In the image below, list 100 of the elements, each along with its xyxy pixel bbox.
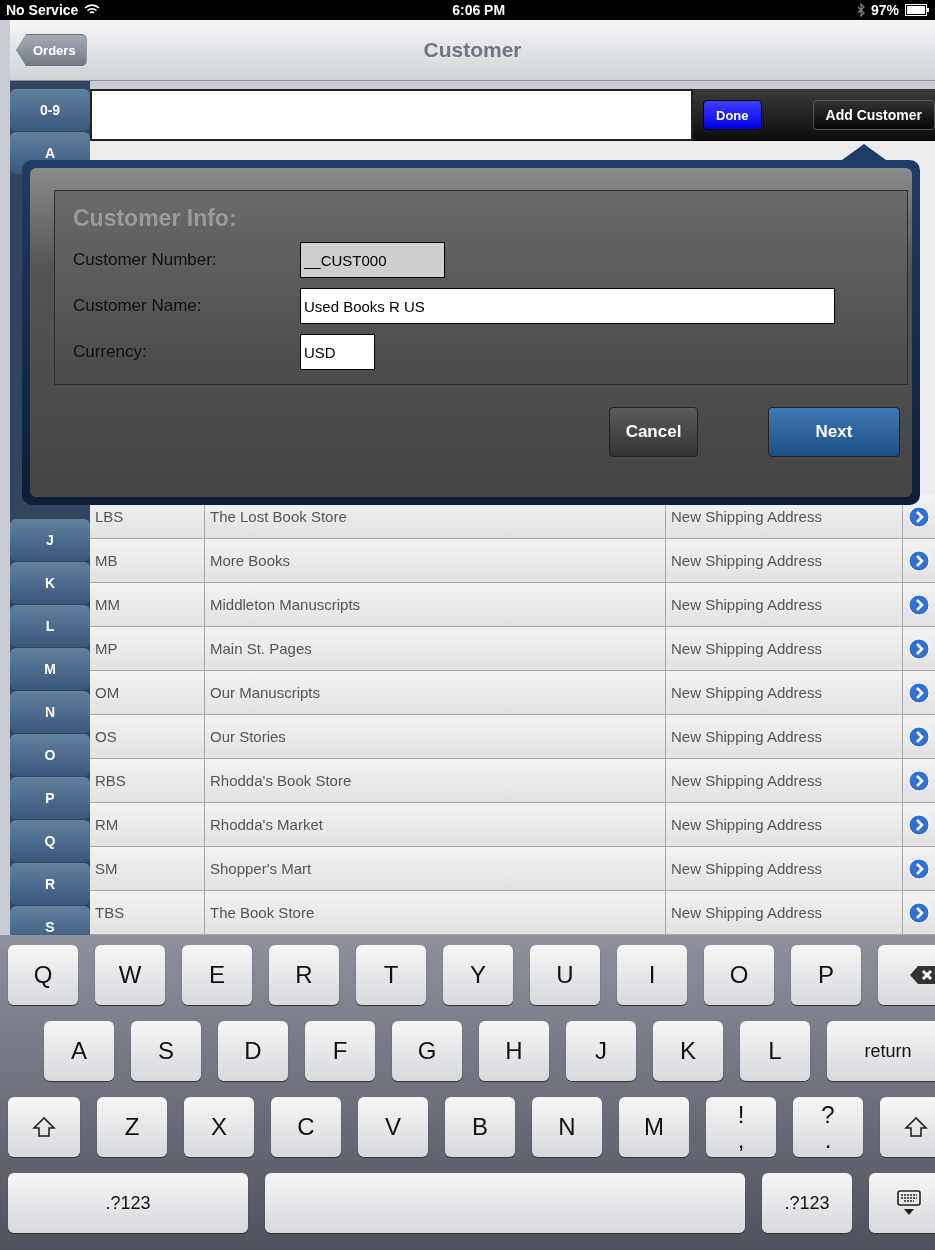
index-tab[interactable]: N xyxy=(10,691,90,733)
customer-row[interactable]: MM Middleton Manuscripts New Shipping Address xyxy=(90,583,935,627)
key[interactable]: M xyxy=(619,1097,689,1157)
table-cell: New Shipping Address xyxy=(666,891,903,934)
customer-row[interactable]: RM Rhodda's Market New Shipping Address xyxy=(90,803,935,847)
disclosure-icon[interactable] xyxy=(908,549,930,572)
key[interactable]: I xyxy=(617,945,687,1005)
shift-arrow-icon xyxy=(32,1116,56,1138)
index-tab[interactable]: J xyxy=(10,519,90,561)
disclosure-icon[interactable] xyxy=(908,901,930,924)
key[interactable]: S xyxy=(131,1021,201,1081)
key[interactable]: U xyxy=(530,945,600,1005)
disclosure-icon[interactable] xyxy=(908,769,930,792)
table-cell: RBS xyxy=(90,759,205,802)
index-tab[interactable]: O xyxy=(10,734,90,776)
key[interactable]: ! , xyxy=(706,1097,776,1157)
index-tab[interactable]: S xyxy=(10,906,90,935)
key[interactable]: F xyxy=(305,1021,375,1081)
input-field[interactable]: Used Books R US xyxy=(300,288,835,324)
customer-row[interactable]: MB More Books New Shipping Address xyxy=(90,539,935,583)
index-tab[interactable]: P xyxy=(10,777,90,819)
table-cell: OM xyxy=(90,671,205,714)
table-cell: Shopper's Mart xyxy=(205,847,666,890)
table-cell: New Shipping Address xyxy=(666,627,903,670)
disclosure-icon[interactable] xyxy=(908,725,930,748)
disclosure-icon[interactable] xyxy=(908,681,930,704)
table-cell: New Shipping Address xyxy=(666,803,903,846)
key[interactable]: Y xyxy=(443,945,513,1005)
shift-key[interactable] xyxy=(8,1097,80,1157)
key[interactable]: V xyxy=(358,1097,428,1157)
table-cell: OS xyxy=(90,715,205,758)
shift-arrow-icon xyxy=(904,1116,928,1138)
clock-time: 6:06 PM xyxy=(452,2,506,18)
next-button[interactable]: Next xyxy=(768,407,900,457)
bluetooth-icon xyxy=(856,3,865,17)
hide-keyboard-key[interactable] xyxy=(869,1173,935,1233)
key[interactable]: K xyxy=(653,1021,723,1081)
key[interactable]: O xyxy=(704,945,774,1005)
key[interactable]: ? . xyxy=(793,1097,863,1157)
table-cell: MB xyxy=(90,539,205,582)
table-cell: SM xyxy=(90,847,205,890)
table-cell: MM xyxy=(90,583,205,626)
disclosure-icon[interactable] xyxy=(908,593,930,616)
search-field[interactable] xyxy=(90,89,693,141)
table-cell: Our Manuscripts xyxy=(205,671,666,714)
table-cell: New Shipping Address xyxy=(666,583,903,626)
disclosure-icon[interactable] xyxy=(908,857,930,880)
field-label: Customer Name: xyxy=(73,296,203,316)
customer-row[interactable]: OS Our Stories New Shipping Address xyxy=(90,715,935,759)
key[interactable]: return xyxy=(827,1021,935,1081)
key[interactable]: W xyxy=(95,945,165,1005)
key[interactable]: R xyxy=(269,945,339,1005)
index-tab[interactable]: 0-9 xyxy=(10,89,90,131)
key[interactable]: H xyxy=(479,1021,549,1081)
key[interactable]: T xyxy=(356,945,426,1005)
disclosure-icon[interactable] xyxy=(908,813,930,836)
disclosure-icon[interactable] xyxy=(908,505,930,528)
key[interactable]: L xyxy=(740,1021,810,1081)
key[interactable]: D xyxy=(218,1021,288,1081)
index-tab[interactable]: K xyxy=(10,562,90,604)
customer-row[interactable]: SM Shopper's Mart New Shipping Address xyxy=(90,847,935,891)
disclosure-icon[interactable] xyxy=(908,637,930,660)
field-label: Currency: xyxy=(73,342,148,362)
key[interactable]: N xyxy=(532,1097,602,1157)
key[interactable]: .?123 xyxy=(762,1173,852,1233)
index-tab[interactable]: L xyxy=(10,605,90,647)
customer-row[interactable]: RBS Rhodda's Book Store New Shipping Address xyxy=(90,759,935,803)
table-cell: Middleton Manuscripts xyxy=(205,583,666,626)
key[interactable]: X xyxy=(184,1097,254,1157)
table-cell: New Shipping Address xyxy=(666,671,903,714)
shift-key[interactable] xyxy=(880,1097,935,1157)
customer-row[interactable]: TBS The Book Store New Shipping Address xyxy=(90,891,935,935)
battery-icon xyxy=(905,4,929,16)
key[interactable]: .?123 xyxy=(8,1173,248,1233)
key[interactable]: Q xyxy=(8,945,78,1005)
key[interactable]: E xyxy=(182,945,252,1005)
input-field[interactable]: USD xyxy=(300,334,375,370)
add-customer-button[interactable]: Add Customer xyxy=(812,100,935,130)
key[interactable]: P xyxy=(791,945,861,1005)
key[interactable]: J xyxy=(566,1021,636,1081)
index-tab[interactable]: M xyxy=(10,648,90,690)
table-cell: MP xyxy=(90,627,205,670)
table-cell: New Shipping Address xyxy=(666,539,903,582)
customer-row[interactable]: MP Main St. Pages New Shipping Address xyxy=(90,627,935,671)
key[interactable]: B xyxy=(445,1097,515,1157)
index-tab[interactable]: R xyxy=(10,863,90,905)
key[interactable]: Z xyxy=(97,1097,167,1157)
index-tab[interactable]: Q xyxy=(10,820,90,862)
table-cell: TBS xyxy=(90,891,205,934)
done-button[interactable]: Done xyxy=(703,100,762,130)
key[interactable]: G xyxy=(392,1021,462,1081)
cancel-button[interactable]: Cancel xyxy=(609,407,698,457)
table-cell: More Books xyxy=(205,539,666,582)
table-cell: New Shipping Address xyxy=(666,847,903,890)
key[interactable]: A xyxy=(44,1021,114,1081)
carrier-label: No Service xyxy=(6,2,79,18)
table-cell: RM xyxy=(90,803,205,846)
key[interactable]: C xyxy=(271,1097,341,1157)
customer-row[interactable]: OM Our Manuscripts New Shipping Address xyxy=(90,671,935,715)
wifi-icon xyxy=(84,4,101,16)
